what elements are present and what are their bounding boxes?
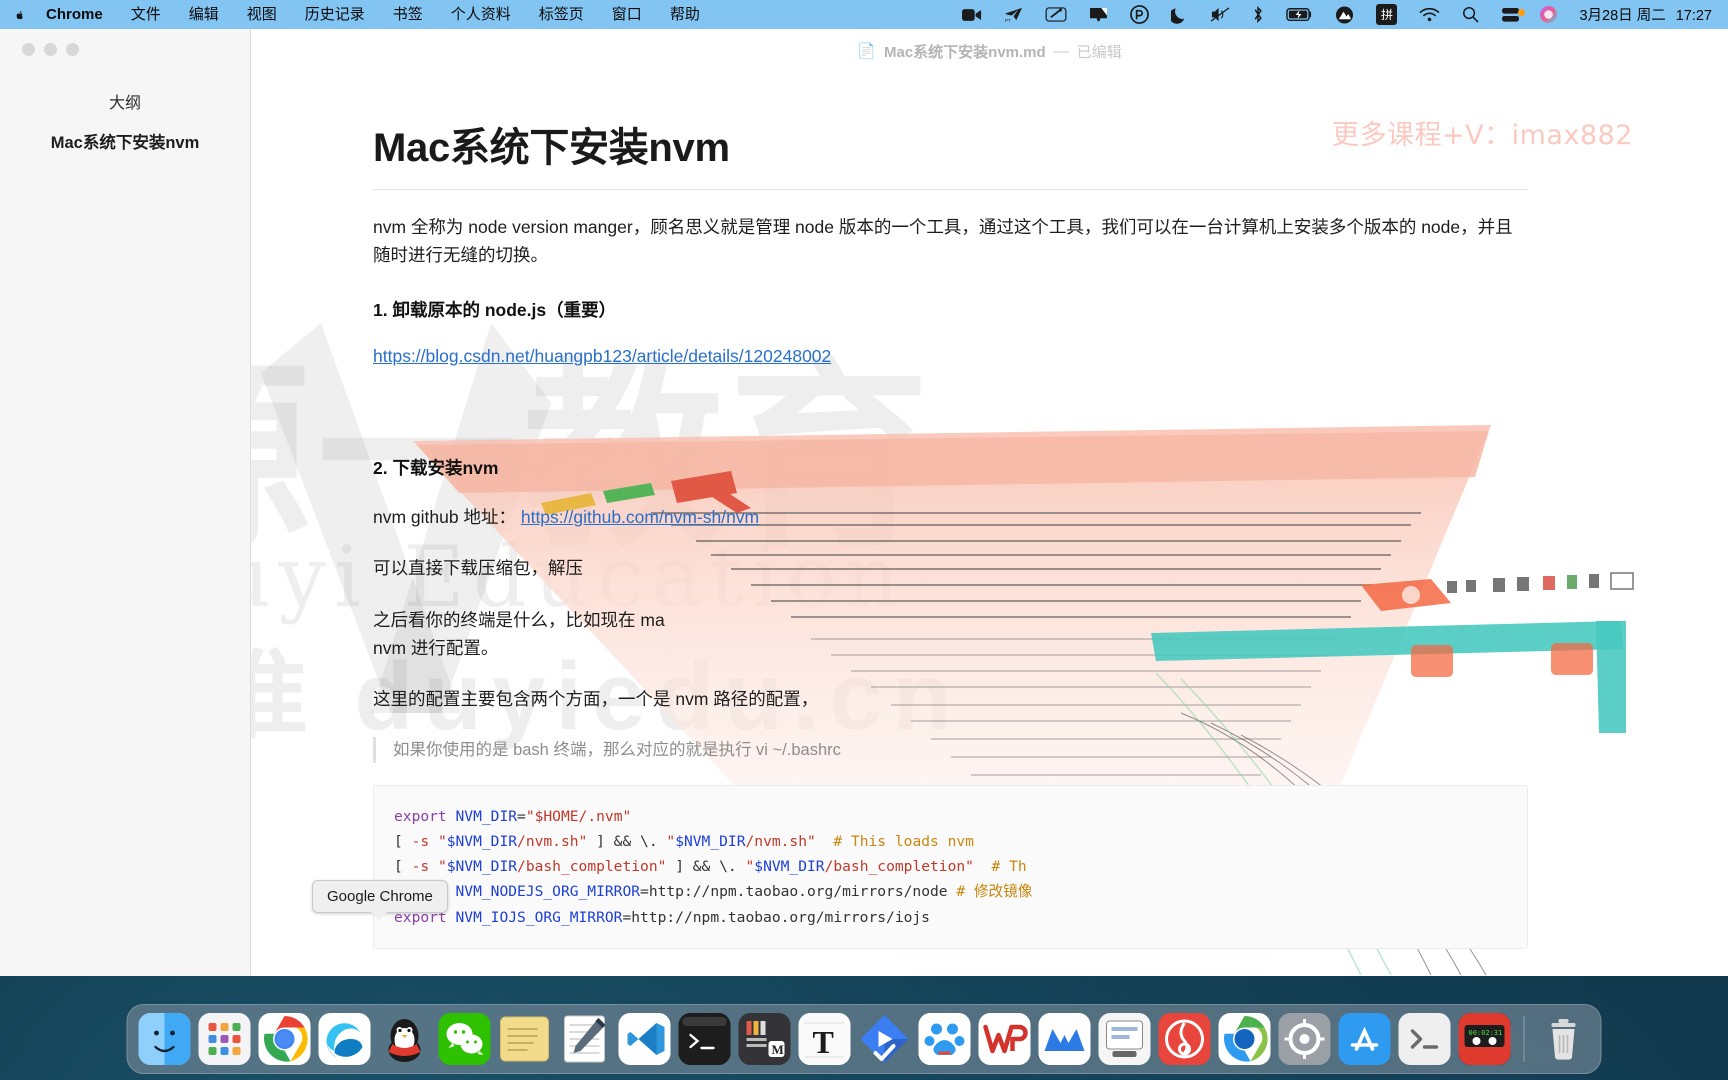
bluetooth-icon[interactable] (1241, 0, 1275, 29)
dock-item-motrix[interactable] (1038, 1013, 1091, 1065)
title-edited-state: 已编辑 (1076, 43, 1122, 61)
dock-item-wechat[interactable] (438, 1013, 491, 1065)
menu-bar: Chrome 文件 编辑 视图 历史记录 书签 个人资料 标签页 窗口 帮助 P… (0, 0, 1728, 29)
menu-bar-left: Chrome 文件 编辑 视图 历史记录 书签 个人资料 标签页 窗口 帮助 (12, 0, 714, 29)
clock-date: 3月28日 周二 (1579, 8, 1666, 24)
paragraph-terminal-type: 之后看你的终端是什么，比如现在 ma nvm 进行配置。 (373, 606, 1528, 663)
github-address-label: nvm github 地址： (373, 507, 516, 528)
siri-icon[interactable] (1528, 0, 1569, 29)
svg-text:00:02:31: 00:02:31 (1469, 1029, 1503, 1037)
menu-item-history[interactable]: 历史记录 (291, 0, 379, 29)
paragraph-github-address: nvm github 地址： https://github.com/nvm-sh… (373, 503, 1528, 531)
paragraph-download-zip: 可以直接下载压缩包，解压 (373, 558, 583, 579)
dock-item-wps-office[interactable] (978, 1013, 1031, 1065)
apple-menu-icon[interactable] (12, 4, 32, 26)
menu-item-profile[interactable]: 个人资料 (437, 0, 525, 29)
menu-bar-clock[interactable]: 3月28日 周二 17:27 (1569, 4, 1718, 25)
cloud-icon[interactable] (1324, 0, 1365, 29)
terminal-type-line1: 之后看你的终端是什么，比如现在 ma (373, 609, 665, 630)
clock-time: 17:27 (1675, 8, 1712, 24)
window-title-bar: 📄 Mac系统下安装nvm.md — 已编辑 (251, 29, 1728, 73)
svg-text:M: M (772, 1042, 784, 1057)
code-block-nvm-config[interactable]: export NVM_DIR="$HOME/.nvm" [ -s "$NVM_D… (373, 785, 1528, 949)
title-separator: — (1053, 42, 1069, 60)
dock-item-typora[interactable]: T (798, 1013, 851, 1065)
dock-item-visual-studio-code[interactable] (618, 1013, 671, 1065)
screenshot-icon[interactable] (1034, 0, 1078, 29)
menu-item-bookmarks[interactable]: 书签 (379, 0, 437, 29)
dock-item-app-store[interactable] (1338, 1013, 1391, 1065)
menu-app-name[interactable]: Chrome (32, 0, 117, 29)
dock-item-stickies[interactable] (499, 1013, 551, 1065)
heading-download-nvm: 2. 下载安装nvm (373, 458, 499, 479)
menu-item-window[interactable]: 窗口 (598, 0, 656, 29)
outline-item-mac-nvm[interactable]: Mac系统下安装nvm (0, 129, 250, 153)
dock-tooltip: Google Chrome (312, 880, 448, 920)
dock-separator (1523, 1016, 1525, 1062)
pinyin-label: 拼 (1376, 4, 1398, 25)
terminal-type-line2: nvm 进行配置。 (373, 638, 499, 659)
dock-item-iina[interactable] (859, 1013, 911, 1065)
dock-item-trash[interactable] (1538, 1013, 1590, 1065)
mute-icon[interactable] (1199, 0, 1241, 29)
dock-item-system-preferences[interactable] (1278, 1013, 1331, 1065)
dock-item-finder[interactable] (138, 1013, 191, 1065)
window-title-filename: Mac系统下安装nvm.md (883, 43, 1046, 61)
dock-item-textedit[interactable] (559, 1013, 611, 1065)
paragraph-config-overview: 这里的配置主要包含两个方面，一个是 nvm 路径的配置， (373, 689, 819, 710)
dock-item-chrome-canary[interactable] (1218, 1013, 1271, 1065)
pinyin-input-icon[interactable]: 拼 (1365, 0, 1408, 29)
dock-item-qq[interactable] (379, 1013, 431, 1065)
quote-bashrc-note: 如果你使用的是 bash 终端，那么对应的就是执行 vi ~/.bashrc (373, 736, 1528, 764)
menu-item-help[interactable]: 帮助 (656, 0, 714, 29)
dock-item-google-chrome[interactable] (258, 1013, 311, 1065)
dock-item-microsoft-edge[interactable] (318, 1013, 371, 1065)
link-nvm-github[interactable]: https://github.com/nvm-sh/nvm (521, 507, 759, 527)
outline-header: 大纲 (108, 95, 141, 112)
menu-bar-status-area: PT 拼 3月28日 周二 17:27 (951, 0, 1718, 29)
display-icon[interactable] (1078, 0, 1119, 29)
dock-item-terminal[interactable] (678, 1013, 731, 1065)
dock-item-script-editor[interactable] (1398, 1013, 1451, 1065)
paragraph-intro: nvm 全称为 node version manger，顾名思义就是管理 nod… (373, 217, 1513, 266)
document-content-area[interactable]: 源一教育 Duyi Education 认准 duyiedu.cn 更多课程+V… (251, 73, 1728, 976)
status-dot-indicator (1518, 9, 1526, 16)
pocket-icon[interactable] (1119, 0, 1160, 29)
menu-item-tabs[interactable]: 标签页 (525, 0, 598, 29)
dock-item-launchpad[interactable] (198, 1013, 251, 1065)
close-button[interactable] (22, 43, 35, 56)
dock-tooltip-label: Google Chrome (327, 888, 433, 905)
dock-item-baidu-netdisk[interactable] (918, 1013, 971, 1065)
paragraph-csdn-link: https://blog.csdn.net/huangpb123/article… (373, 342, 1528, 370)
outline-sidebar: 大纲 Mac系统下安装nvm (0, 29, 251, 976)
zoom-button[interactable] (66, 43, 79, 56)
dock: M T 00:02:31 (126, 1004, 1602, 1074)
menu-item-file[interactable]: 文件 (117, 0, 175, 29)
document-icon: 📄 (857, 43, 876, 60)
telegram-icon[interactable]: PT (993, 0, 1034, 29)
markdown-editor-window: 大纲 Mac系统下安装nvm 📄 Mac系统下安装nvm.md — 已编辑 源一… (0, 29, 1728, 976)
paragraph-source-zshrc: 配置完成后，通过命令 source ~/.zshrc 来使刚才的配置文件生效。 (373, 972, 1528, 977)
menu-item-edit[interactable]: 编辑 (175, 0, 233, 29)
dock-item-mweb[interactable]: M (738, 1013, 791, 1065)
promo-watermark-text: 更多课程+V：imax882 (1332, 120, 1633, 151)
camera-icon[interactable] (951, 0, 993, 29)
moon-icon[interactable] (1160, 0, 1199, 29)
window-traffic-lights (22, 43, 79, 56)
document-column: 更多课程+V：imax882 Mac系统下安装nvm nvm 全称为 node … (373, 73, 1633, 977)
battery-charging-icon[interactable] (1275, 0, 1324, 29)
dock-item-snipaste[interactable] (1098, 1013, 1151, 1065)
heading-uninstall-node: 1. 卸载原本的 node.js（重要） (373, 299, 617, 320)
dock-item-netease-music[interactable] (1158, 1013, 1211, 1065)
dock-item-screen-recorder[interactable]: 00:02:31 (1458, 1013, 1511, 1065)
wifi-icon[interactable] (1408, 0, 1451, 29)
svg-text:T: T (813, 1024, 834, 1060)
search-icon[interactable] (1451, 0, 1490, 29)
menu-item-view[interactable]: 视图 (233, 0, 291, 29)
link-csdn-article[interactable]: https://blog.csdn.net/huangpb123/article… (373, 346, 831, 366)
svg-text:PT: PT (1005, 18, 1011, 23)
minimize-button[interactable] (44, 43, 57, 56)
